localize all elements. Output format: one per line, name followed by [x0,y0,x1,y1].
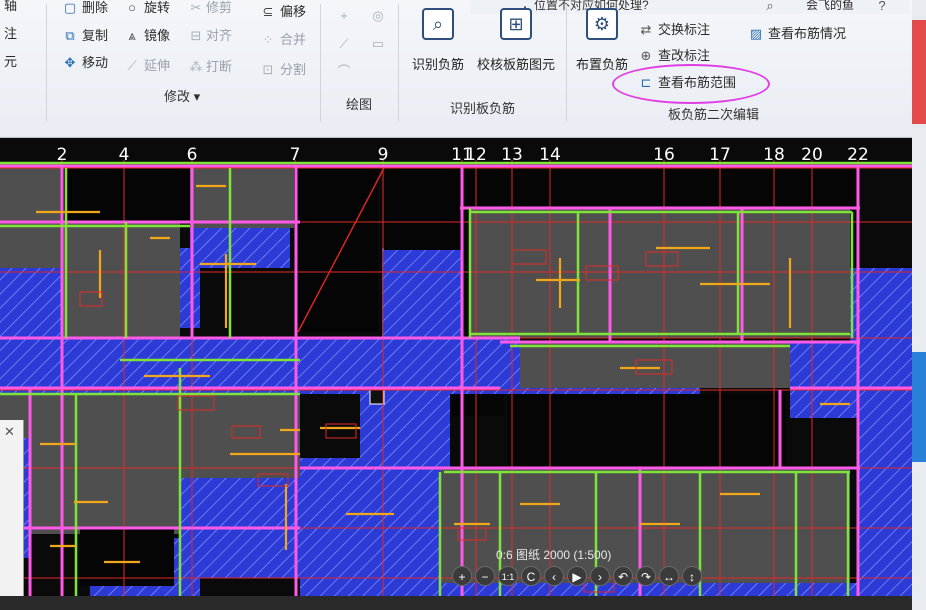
swap-label-button[interactable]: 交换标注 [658,22,710,38]
check-label-icon: ⊕ [640,48,652,63]
left-cut-label[interactable]: 轴 [4,0,17,14]
axis-number: 22 [847,145,869,165]
verify-slab-button[interactable]: ⊞ 校核板筋图元 [474,8,558,78]
help-icon[interactable]: ? [874,0,890,14]
axis-number: 2 [57,145,68,165]
mirror-icon: ⩓ [128,28,136,43]
side-banner [912,20,926,124]
merge-button[interactable]: 合并 [280,32,306,48]
identify-neg-icon: ⌕ [422,8,454,40]
trim-icon: ✂ [190,0,202,15]
layout-neg-icon: ⚙ [586,8,618,40]
zoom-in-button[interactable]: + [452,566,472,586]
view-layout-button[interactable]: 查看布筋情况 [768,26,846,42]
group-divider [46,4,47,122]
align-icon: ⊟ [190,28,202,43]
rotate-icon: ○ [128,0,136,15]
axis-number: 13 [501,145,523,165]
point-icon[interactable]: + [336,8,352,24]
trim-button[interactable]: 修剪 [206,0,232,16]
swap-label-icon: ⇄ [640,22,652,37]
next-button[interactable]: › [590,566,610,586]
identify-neg-button[interactable]: ⌕ 识别负筋 [398,8,478,78]
break-button[interactable]: 打断 [206,59,232,75]
verify-slab-label: 校核板筋图元 [476,57,555,72]
check-label-button[interactable]: 查改标注 [658,48,710,64]
left-cut-label[interactable]: 注 [4,26,17,42]
user-name[interactable]: 会飞的鱼 [806,0,854,13]
offset-icon: ⊆ [262,4,274,19]
merge-icon: ⁘ [262,32,274,47]
circle-icon[interactable]: ◎ [370,8,386,24]
delete-button[interactable]: 删除 [82,0,108,16]
actual-size-button[interactable]: 1:1 [498,566,518,586]
floating-panel[interactable]: ✕ [0,420,24,610]
zoom-out-button[interactable]: − [475,566,495,586]
identify-neg-label: 识别负筋 [411,57,464,72]
rotate-button[interactable]: 旋转 [144,0,170,16]
axis-number: 17 [709,145,731,165]
move-icon: ✥ [64,55,76,70]
redo-button[interactable]: ↷ [636,566,656,586]
axis-number: 16 [653,145,675,165]
move-button[interactable]: 移动 [82,55,108,71]
undo-button[interactable]: ↶ [613,566,633,586]
line-icon[interactable]: ⟋ [336,36,352,52]
verify-slab-icon: ⊞ [500,8,532,40]
layout-neg-label: 布置负筋 [575,57,628,72]
fit-width-button[interactable]: ↔ [659,566,679,586]
offset-button[interactable]: 偏移 [280,4,306,20]
axis-number: 6 [187,145,198,165]
layout-neg-button[interactable]: ⚙ 布置负筋 [566,8,638,78]
fit-height-button[interactable]: ↕ [682,566,702,586]
draw-group-label: 绘图 [346,97,373,112]
delete-icon: ▢ [63,0,77,15]
break-icon: ⁂ [189,59,203,74]
side-panel [912,0,926,610]
arc-icon[interactable]: ⌒ [336,64,352,80]
identify-group-label: 识别板负筋 [450,101,516,116]
axis-number: 4 [119,145,130,165]
left-cut-label[interactable]: 元 [4,54,17,70]
axis-number: 18 [763,145,785,165]
align-button[interactable]: 对齐 [206,28,232,44]
ribbon-toolbar: ，位置不对应如何处理? ⌕ 会飞的鱼 ? 轴 注 元 ▢ 删除 ○ 旋转 ✂ 修… [0,0,912,138]
prev-button[interactable]: ‹ [544,566,564,586]
group-divider [320,4,321,122]
axis-number: 9 [378,145,389,165]
status-text: 0:6 图纸 2000 (1:500) [496,548,612,562]
floor-plan[interactable]: 2 4 6 7 9 1112 13 14 16 17 18 20 22 [0,138,912,610]
copy-button[interactable]: 复制 [82,28,108,44]
modify-group-label[interactable]: 修改 ▾ [164,86,200,105]
close-icon[interactable]: ✕ [4,424,15,440]
rectangle-icon[interactable]: ▭ [370,36,386,52]
split-icon: ⊡ [262,62,274,77]
axis-number: 7 [290,145,301,165]
view-layout-icon: ▨ [749,26,763,41]
extend-button[interactable]: 延伸 [144,58,170,74]
mirror-button[interactable]: 镜像 [144,28,170,44]
split-button[interactable]: 分割 [280,62,306,78]
axis-number: 14 [539,145,561,165]
axis-number: 12 [465,145,487,165]
bottom-bar [0,596,912,610]
highlight-ellipse [612,64,770,104]
side-banner [912,352,926,462]
drawing-canvas[interactable]: 2 4 6 7 9 11 12 13 14 16 17 18 20 22 ✕ 0:6 图纸 2000 (1… [0,138,912,610]
refresh-button[interactable]: C [521,566,541,586]
view-nav-bar: + − 1:1 C ‹ ▶ › ↶ ↷ ↔ ↕ [452,566,702,586]
play-button[interactable]: ▶ [567,566,587,586]
axis-number: 20 [801,145,823,165]
extend-icon: ⟋ [127,58,137,73]
search-icon[interactable]: ⌕ [762,0,778,14]
secondary-group-label: 板负筋二次编辑 [668,107,760,122]
copy-icon: ⧉ [65,28,75,43]
